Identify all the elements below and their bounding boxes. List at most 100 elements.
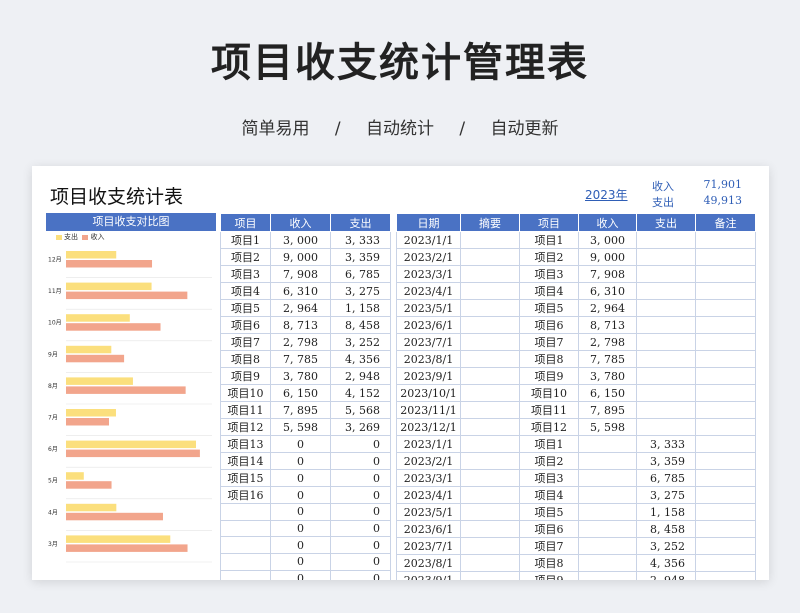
- table-cell[interactable]: 3, 333: [636, 435, 696, 453]
- table-cell[interactable]: [460, 469, 520, 487]
- table-cell[interactable]: 0: [270, 553, 331, 571]
- table-cell[interactable]: 项目14: [220, 452, 271, 470]
- column-header[interactable]: 摘要: [460, 213, 520, 232]
- column-header[interactable]: 收入: [270, 213, 331, 232]
- table-cell[interactable]: [220, 519, 271, 538]
- table-cell[interactable]: [578, 486, 637, 504]
- table-cell[interactable]: [636, 333, 696, 351]
- table-cell[interactable]: 5, 568: [330, 401, 391, 419]
- table-cell[interactable]: 项目1: [519, 231, 579, 249]
- table-cell[interactable]: [636, 231, 696, 249]
- table-cell[interactable]: [695, 299, 756, 317]
- table-cell[interactable]: 7, 785: [578, 350, 637, 368]
- table-cell[interactable]: [695, 554, 756, 572]
- table-cell[interactable]: [578, 469, 637, 487]
- table-cell[interactable]: 2023/4/1: [396, 282, 461, 300]
- table-cell[interactable]: 项目2: [220, 248, 271, 266]
- table-cell[interactable]: [636, 282, 696, 300]
- table-cell[interactable]: 项目4: [519, 486, 579, 504]
- table-cell[interactable]: 0: [330, 553, 391, 571]
- table-cell[interactable]: 项目6: [519, 520, 579, 538]
- table-cell[interactable]: 2023/3/1: [396, 265, 461, 283]
- table-cell[interactable]: [220, 553, 271, 571]
- table-cell[interactable]: [220, 536, 271, 555]
- table-cell[interactable]: 项目5: [519, 299, 579, 317]
- table-cell[interactable]: 1, 158: [330, 299, 391, 317]
- table-cell[interactable]: 2, 948: [330, 367, 391, 385]
- table-cell[interactable]: [636, 350, 696, 368]
- table-cell[interactable]: 2, 948: [636, 571, 696, 580]
- table-cell[interactable]: 3, 000: [578, 231, 637, 249]
- table-cell[interactable]: [220, 503, 271, 521]
- table-cell[interactable]: 8, 458: [636, 520, 696, 538]
- table-cell[interactable]: 8, 713: [578, 316, 637, 334]
- table-cell[interactable]: 2023/8/1: [396, 554, 461, 572]
- table-cell[interactable]: 2023/7/1: [396, 333, 461, 351]
- table-cell[interactable]: 项目3: [220, 265, 271, 283]
- table-cell[interactable]: [460, 265, 520, 283]
- table-cell[interactable]: 项目9: [519, 367, 579, 385]
- table-cell[interactable]: 2023/8/1: [396, 350, 461, 368]
- table-cell[interactable]: 0: [330, 569, 391, 580]
- table-cell[interactable]: 项目7: [220, 333, 271, 351]
- table-cell[interactable]: 项目5: [220, 299, 271, 317]
- table-cell[interactable]: 项目9: [519, 571, 579, 580]
- table-cell[interactable]: [460, 299, 520, 317]
- table-cell[interactable]: 6, 150: [578, 384, 637, 402]
- table-cell[interactable]: 3, 275: [636, 486, 696, 504]
- table-cell[interactable]: 3, 275: [330, 282, 391, 300]
- table-cell[interactable]: 4, 152: [330, 384, 391, 402]
- column-header[interactable]: 收入: [578, 213, 637, 232]
- table-cell[interactable]: [695, 248, 756, 266]
- table-cell[interactable]: 2023/2/1: [396, 452, 461, 470]
- table-cell[interactable]: [460, 350, 520, 368]
- table-cell[interactable]: [695, 486, 756, 504]
- table-cell[interactable]: 7, 908: [578, 265, 637, 283]
- table-cell[interactable]: 项目4: [519, 282, 579, 300]
- table-cell[interactable]: 项目8: [519, 350, 579, 368]
- table-cell[interactable]: [695, 282, 756, 300]
- table-cell[interactable]: 9, 000: [578, 248, 637, 266]
- table-cell[interactable]: 项目8: [220, 350, 271, 368]
- table-cell[interactable]: 3, 252: [636, 537, 696, 555]
- year-link[interactable]: 2023年: [585, 186, 628, 203]
- table-cell[interactable]: 项目1: [519, 435, 579, 453]
- table-cell[interactable]: 0: [270, 435, 331, 453]
- table-cell[interactable]: 2023/6/1: [396, 316, 461, 334]
- table-cell[interactable]: [460, 231, 520, 249]
- table-cell[interactable]: [460, 367, 520, 385]
- table-cell[interactable]: 项目7: [519, 537, 579, 555]
- table-cell[interactable]: [460, 537, 520, 555]
- table-cell[interactable]: 2023/5/1: [396, 299, 461, 317]
- table-cell[interactable]: 6, 785: [330, 265, 391, 283]
- table-cell[interactable]: 0: [270, 486, 331, 504]
- table-cell[interactable]: 项目5: [519, 503, 579, 521]
- table-cell[interactable]: 4, 356: [636, 554, 696, 572]
- table-cell[interactable]: [695, 384, 756, 402]
- table-cell[interactable]: [695, 316, 756, 334]
- table-cell[interactable]: [460, 384, 520, 402]
- table-cell[interactable]: [636, 401, 696, 419]
- table-cell[interactable]: [460, 571, 520, 580]
- table-cell[interactable]: [695, 333, 756, 351]
- table-cell[interactable]: 2, 798: [270, 333, 331, 351]
- table-cell[interactable]: [460, 248, 520, 266]
- table-cell[interactable]: [695, 452, 756, 470]
- table-cell[interactable]: [460, 452, 520, 470]
- column-header[interactable]: 项目: [220, 213, 271, 232]
- table-cell[interactable]: 7, 908: [270, 265, 331, 283]
- table-cell[interactable]: [695, 350, 756, 368]
- table-cell[interactable]: 3, 780: [270, 367, 331, 385]
- table-cell[interactable]: 项目4: [220, 282, 271, 300]
- table-cell[interactable]: 项目2: [519, 452, 579, 470]
- table-cell[interactable]: 2023/4/1: [396, 486, 461, 504]
- table-cell[interactable]: [695, 520, 756, 538]
- table-cell[interactable]: 项目16: [220, 486, 271, 504]
- table-cell[interactable]: [460, 554, 520, 572]
- table-cell[interactable]: 2023/11/1: [396, 401, 461, 419]
- table-cell[interactable]: [578, 503, 637, 521]
- table-cell[interactable]: [578, 571, 637, 580]
- table-cell[interactable]: [460, 316, 520, 334]
- table-cell[interactable]: 3, 359: [636, 452, 696, 470]
- table-cell[interactable]: 2023/1/1: [396, 231, 461, 249]
